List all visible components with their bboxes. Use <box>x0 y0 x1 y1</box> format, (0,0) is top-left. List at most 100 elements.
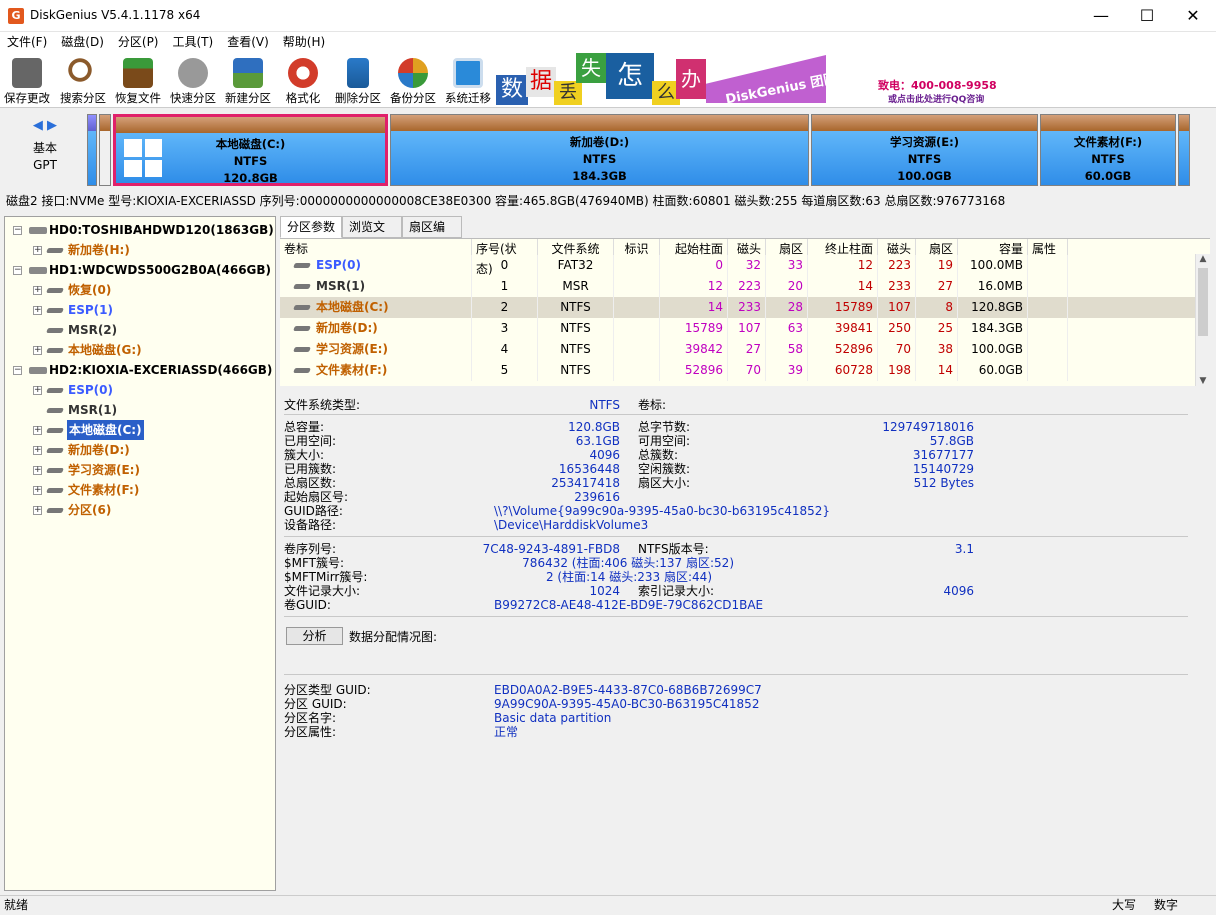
ad-banner[interactable]: 数 据 丢 失 怎 么 办 DiskGenius 团队为您服务 致电：400-0… <box>496 53 996 105</box>
disk-map-small-part[interactable] <box>87 114 97 186</box>
detail-value: 129749718016 <box>882 420 974 434</box>
tree-partition-6[interactable]: 分区(6) <box>68 500 111 520</box>
table-row[interactable]: 新加卷(D:) 3 NTFS 15789 107 63 39841 250 25 184.3GB <box>280 318 1195 339</box>
expand-icon[interactable]: + <box>33 286 42 295</box>
partition-icon <box>46 388 64 393</box>
expand-icon[interactable]: + <box>33 446 42 455</box>
table-row[interactable]: MSR(1) 1 MSR 12 223 20 14 233 27 16.0MB <box>280 276 1195 297</box>
row-cell-sc: 15789 <box>660 318 728 339</box>
minimize-button[interactable]: — <box>1078 0 1124 32</box>
collapse-icon[interactable]: − <box>13 226 22 235</box>
disk-map-partition-f[interactable]: 文件素材(F:) NTFS 60.0GB <box>1040 114 1176 186</box>
tree-partition-msr1[interactable]: MSR(1) <box>68 400 117 420</box>
tree-partition-c-selected[interactable]: 本地磁盘(C:) <box>67 420 144 440</box>
toolbar-recover-files-button[interactable]: 恢复文件 <box>111 54 165 106</box>
disk-map-partition-d[interactable]: 新加卷(D:) NTFS 184.3GB <box>390 114 809 186</box>
row-cell-ss: 20 <box>766 276 808 297</box>
delete-icon <box>347 58 369 88</box>
expand-icon[interactable]: + <box>33 486 42 495</box>
toolbar-format-button[interactable]: 格式化 <box>276 54 330 106</box>
tree-partition-esp0[interactable]: ESP(0) <box>68 380 113 400</box>
tree-disk-hd2[interactable]: HD2:KIOXIA-EXCERIASSD(466GB) <box>49 360 272 380</box>
disk-map-partition-c[interactable]: 本地磁盘(C:) NTFS 120.8GB <box>113 114 388 186</box>
row-cell-ec: 14 <box>808 276 878 297</box>
tree-partition-esp1[interactable]: ESP(1) <box>68 300 113 320</box>
scroll-up-icon[interactable]: ▲ <box>1196 254 1210 264</box>
analyze-button[interactable]: 分析 <box>286 627 343 645</box>
partition-fs: NTFS <box>907 152 942 166</box>
partition-icon <box>293 347 311 352</box>
maximize-button[interactable]: ☐ <box>1124 0 1170 32</box>
detail-label: 已用簇数: <box>284 462 337 476</box>
scroll-down-icon[interactable]: ▼ <box>1196 376 1210 386</box>
volume-guid-value: B99272C8-AE48-412E-BD9E-79C862CD1BAE <box>494 598 764 612</box>
menu-partition[interactable]: 分区(P) <box>111 32 166 52</box>
tab-sector-edit[interactable]: 扇区编辑 <box>402 216 462 254</box>
toolbar-save-button[interactable]: 保存更改 <box>0 54 54 106</box>
toolbar-new-partition-button[interactable]: 新建分区 <box>221 54 275 106</box>
scroll-thumb[interactable] <box>1198 268 1208 336</box>
tree-disk-hd0[interactable]: HD0:TOSHIBAHDWD120(1863GB) <box>49 220 274 240</box>
collapse-icon[interactable]: − <box>13 366 22 375</box>
expand-icon[interactable]: + <box>33 306 42 315</box>
row-cell-fs: MSR <box>538 276 614 297</box>
row-cell-ss: 63 <box>766 318 808 339</box>
toolbar-quick-partition-button[interactable]: 快速分区 <box>166 54 220 106</box>
detail-value: 512 Bytes <box>913 476 974 490</box>
menu-help[interactable]: 帮助(H) <box>276 32 332 52</box>
menu-tools[interactable]: 工具(T) <box>166 32 221 52</box>
title-bar: G DiskGenius V5.4.1.1178 x64 — ☐ ✕ <box>0 0 1216 32</box>
row-cell-attr <box>1028 276 1068 297</box>
tree-disk-hd1[interactable]: HD1:WDCWDS500G2B0A(466GB) <box>49 260 271 280</box>
tree-partition-f[interactable]: 文件素材(F:) <box>68 480 139 500</box>
record-size-label: 文件记录大小: <box>284 584 361 598</box>
expand-icon[interactable]: + <box>33 346 42 355</box>
tree-partition-recovery[interactable]: 恢复(0) <box>68 280 111 300</box>
detail-label: 总字节数: <box>638 420 691 434</box>
toolbar-backup-partition-button[interactable]: 备份分区 <box>386 54 440 106</box>
row-cell-sc: 12 <box>660 276 728 297</box>
row-cell-fs: NTFS <box>538 297 614 318</box>
disk-map-small-part[interactable] <box>99 114 111 186</box>
tree-partition-e[interactable]: 学习资源(E:) <box>68 460 140 480</box>
disk-info-line: 磁盘2 接口:NVMe 型号:KIOXIA-EXCERIASSD 序列号:000… <box>6 194 1006 208</box>
tree-partition-d[interactable]: 新加卷(D:) <box>68 440 130 460</box>
disk-map-free-space[interactable] <box>1178 114 1190 186</box>
table-row[interactable]: 本地磁盘(C:) 2 NTFS 14 233 28 15789 107 8 120.8GB <box>280 297 1195 318</box>
table-row[interactable]: 文件素材(F:) 5 NTFS 52896 70 39 60728 198 14 60.0GB <box>280 360 1195 381</box>
tab-browse-files[interactable]: 浏览文件 <box>342 216 402 254</box>
toolbar-search-partition-button[interactable]: 搜索分区 <box>56 54 110 106</box>
expand-icon[interactable]: + <box>33 466 42 475</box>
table-row[interactable]: ESP(0) 0 FAT32 0 32 33 12 223 19 100.0MB <box>280 255 1195 276</box>
banner-qq: 或点击此处进行QQ咨询 <box>888 95 985 105</box>
expand-icon[interactable]: + <box>33 386 42 395</box>
menu-view[interactable]: 查看(V) <box>220 32 276 52</box>
expand-icon[interactable]: + <box>33 506 42 515</box>
menu-bar: 文件(F) 磁盘(D) 分区(P) 工具(T) 查看(V) 帮助(H) <box>0 32 1216 52</box>
expand-icon[interactable]: + <box>33 246 42 255</box>
row-cell-flag <box>614 255 660 276</box>
table-scrollbar[interactable]: ▲ ▼ <box>1195 254 1210 386</box>
toolbar-label: 系统迁移 <box>445 91 491 105</box>
tree-partition-h[interactable]: 新加卷(H:) <box>68 240 130 260</box>
expand-icon[interactable]: + <box>33 426 42 435</box>
detail-label: 扇区大小: <box>638 476 691 490</box>
menu-disk[interactable]: 磁盘(D) <box>54 32 111 52</box>
collapse-icon[interactable]: − <box>13 266 22 275</box>
disk-map-partition-e[interactable]: 学习资源(E:) NTFS 100.0GB <box>811 114 1038 186</box>
partition-name: 新加卷(D:) <box>569 135 630 149</box>
num-lock-indicator: 数字 <box>1154 898 1179 912</box>
close-button[interactable]: ✕ <box>1170 0 1216 32</box>
toolbar-system-migrate-button[interactable]: 系统迁移 <box>441 54 495 106</box>
partition-guid-value: 9A99C90A-9395-45A0-BC30-B63195C41852 <box>494 697 760 711</box>
tree-partition-g[interactable]: 本地磁盘(G:) <box>68 340 142 360</box>
partition-icon <box>46 308 64 313</box>
menu-file[interactable]: 文件(F) <box>0 32 54 52</box>
tree-partition-msr2[interactable]: MSR(2) <box>68 320 117 340</box>
nav-arrows-icon[interactable]: ◀ ▶ <box>14 118 76 133</box>
row-cell-flag <box>614 318 660 339</box>
row-cell-fs: FAT32 <box>538 255 614 276</box>
toolbar-delete-partition-button[interactable]: 删除分区 <box>331 54 385 106</box>
tab-partition-params[interactable]: 分区参数 <box>280 216 342 238</box>
table-row[interactable]: 学习资源(E:) 4 NTFS 39842 27 58 52896 70 38 100.0GB <box>280 339 1195 360</box>
